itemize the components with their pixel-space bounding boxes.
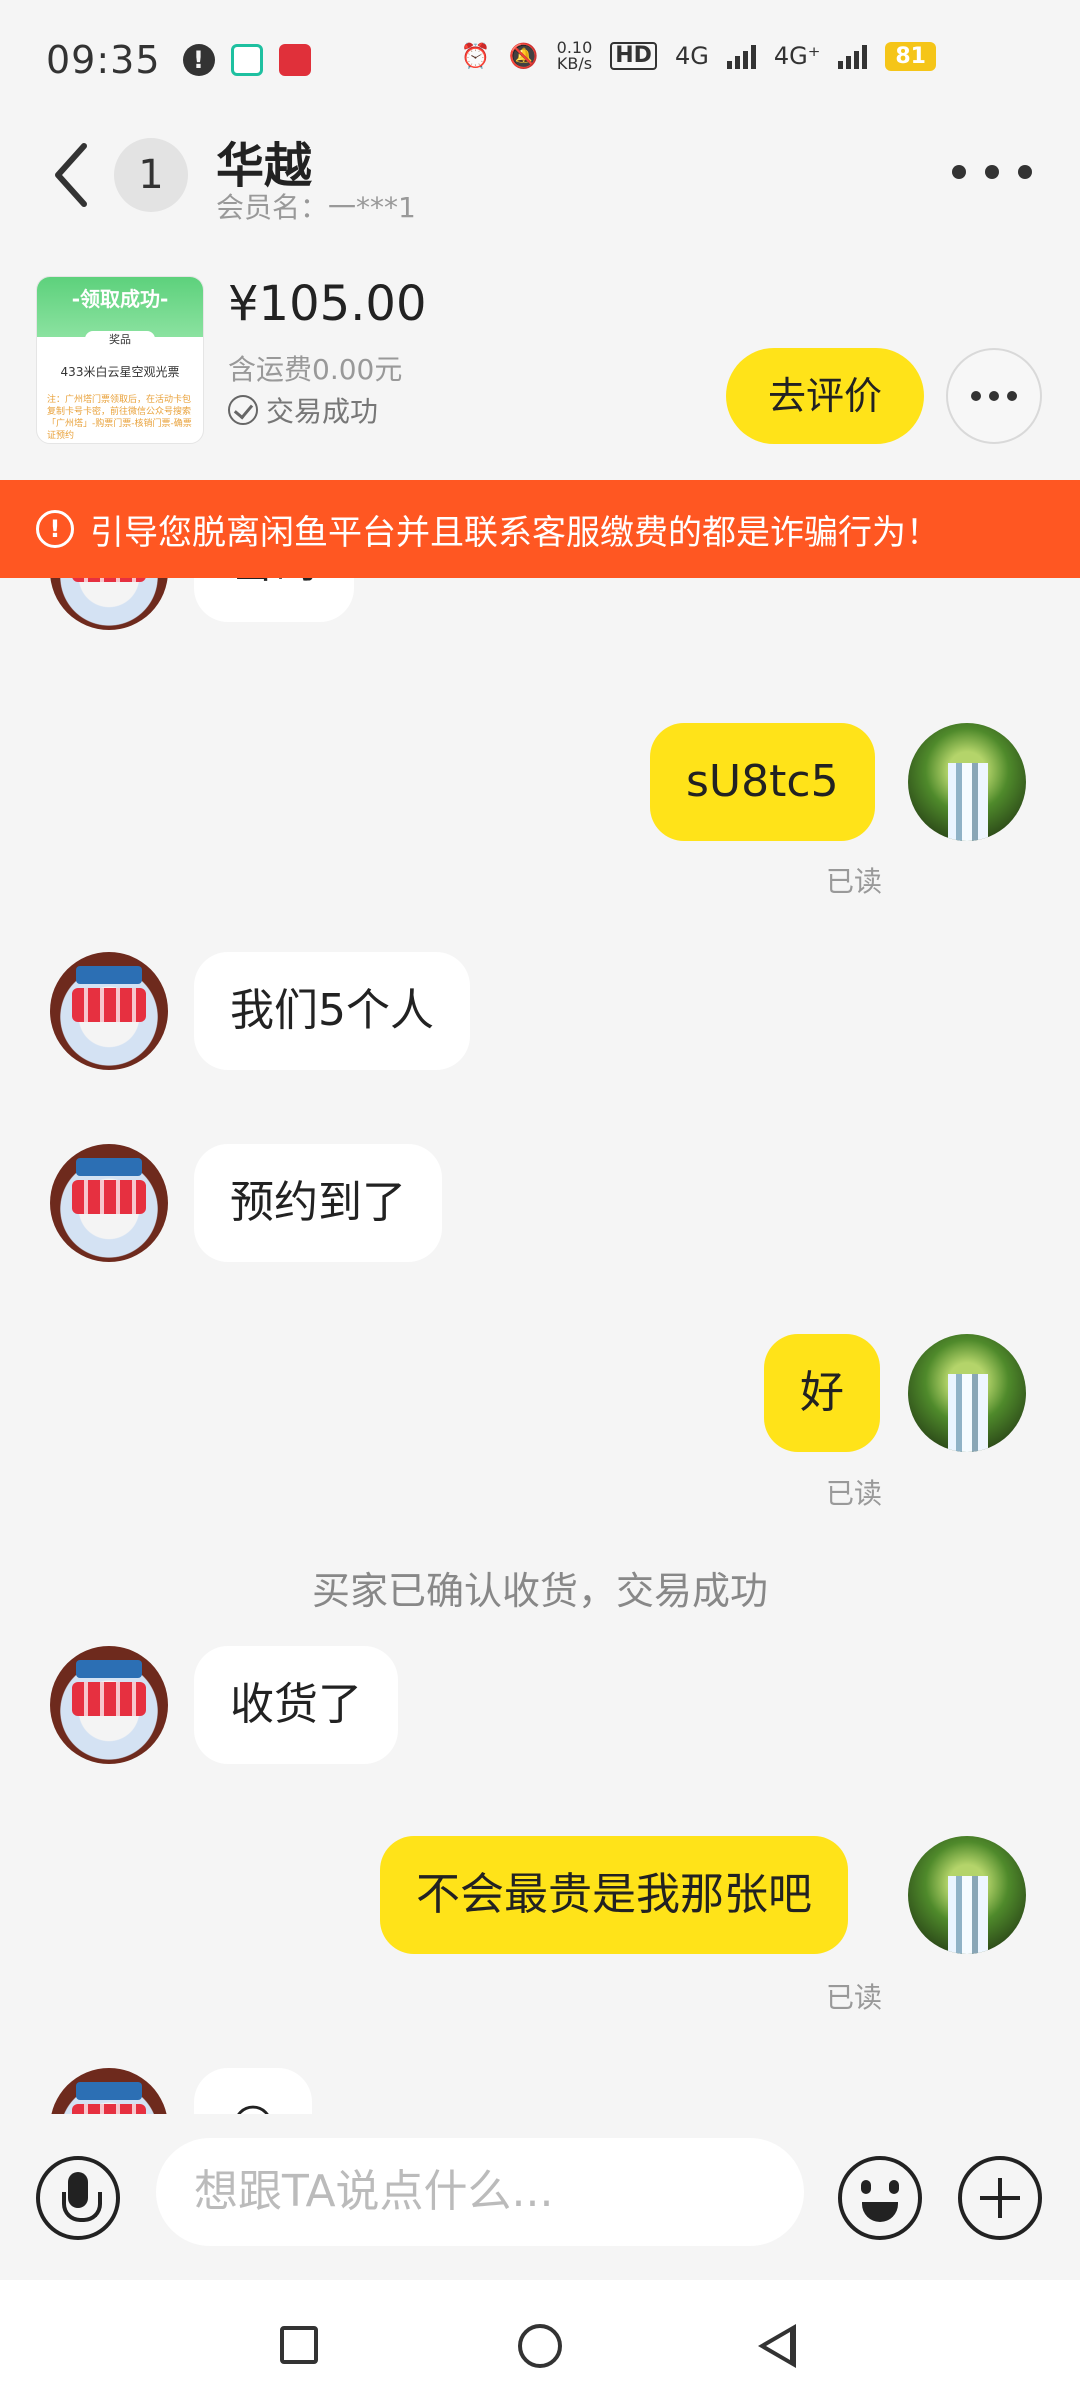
warning-text: 引导您脱离闲鱼平台并且联系客服缴费的都是诈骗行为！ bbox=[90, 512, 940, 553]
net-speed-unit: KB/s bbox=[556, 54, 593, 73]
more-button[interactable] bbox=[952, 152, 1032, 192]
review-button[interactable]: 去评价 bbox=[726, 348, 924, 444]
product-thumbnail[interactable]: -领取成功- 奖品 433米白云星空观光票 注：广州塔门票领取后，在活动卡包复制… bbox=[36, 276, 204, 444]
system-notice: 买家已确认收货，交易成功 bbox=[311, 1569, 768, 1613]
fraud-warning-banner: ! 引导您脱离闲鱼平台并且联系客服缴费的都是诈骗行为！ bbox=[0, 480, 1080, 578]
seller-avatar[interactable] bbox=[50, 952, 168, 1070]
thumb-banner: -领取成功- bbox=[37, 277, 203, 337]
seller-avatar[interactable] bbox=[50, 1646, 168, 1764]
my-avatar[interactable] bbox=[908, 1836, 1026, 1954]
deal-status: 交易成功 bbox=[228, 390, 378, 430]
home-button[interactable] bbox=[518, 2324, 562, 2368]
message-bubble[interactable]: 密码 bbox=[194, 578, 354, 622]
deal-status-text: 交易成功 bbox=[266, 395, 379, 428]
my-avatar[interactable] bbox=[908, 723, 1026, 841]
read-status: 已读 bbox=[826, 1981, 883, 2014]
mute-icon: 🔕 bbox=[508, 42, 539, 70]
system-back-button[interactable] bbox=[758, 2324, 796, 2368]
my-avatar[interactable] bbox=[908, 1334, 1026, 1452]
check-circle-icon bbox=[228, 395, 258, 425]
thumb-text: 433米白云星空观光票 bbox=[60, 365, 180, 379]
notification-app-icon bbox=[278, 44, 311, 76]
sim2-label: 4G⁺ bbox=[773, 42, 821, 70]
emoji-button[interactable] bbox=[838, 2156, 922, 2240]
voice-button[interactable] bbox=[36, 2156, 120, 2240]
system-nav-bar bbox=[0, 2280, 1080, 2408]
xianyu-app-icon bbox=[230, 44, 263, 76]
signal-icon-2 bbox=[838, 43, 868, 69]
input-bar: 想跟TA说点什么... bbox=[0, 2114, 1080, 2280]
seller-avatar[interactable] bbox=[50, 578, 168, 630]
chevron-left-icon bbox=[55, 143, 87, 207]
alert-icon bbox=[182, 44, 215, 76]
read-status: 已读 bbox=[826, 865, 883, 898]
hd-icon: HD bbox=[610, 42, 657, 70]
more-dots-icon bbox=[971, 391, 981, 401]
signal-icon bbox=[726, 43, 756, 69]
battery-icon: 81 bbox=[885, 41, 936, 71]
message-bubble[interactable]: 我们5个人 bbox=[194, 952, 470, 1070]
message-bubble[interactable]: 预约到了 bbox=[194, 1144, 442, 1262]
thumb-tag: 奖品 bbox=[85, 331, 155, 347]
message-bubble[interactable]: 好 bbox=[764, 1334, 880, 1452]
unread-badge[interactable]: 1 bbox=[114, 138, 188, 212]
status-bar: 09:35 ⏰ 🔕 0.10 KB/s HD 4G 4G⁺ 81 bbox=[0, 0, 1080, 120]
alarm-icon: ⏰ bbox=[460, 42, 491, 70]
seller-avatar[interactable] bbox=[50, 1144, 168, 1262]
shipping-fee: 含运费0.00元 bbox=[228, 353, 403, 386]
more-dots-icon bbox=[952, 165, 966, 179]
message-bubble[interactable]: 收货了 bbox=[194, 1646, 398, 1764]
status-time: 09:35 bbox=[46, 38, 161, 82]
message-bubble[interactable]: sU8tc5 bbox=[650, 723, 875, 841]
chat-area[interactable]: 密码 sU8tc5 已读 我们5个人 预约到了 好 已读 买家已确认收货，交易成… bbox=[0, 578, 1080, 2114]
message-bubble[interactable]: 😀 bbox=[194, 2068, 312, 2114]
product-card[interactable]: -领取成功- 奖品 433米白云星空观光票 注：广州塔门票领取后，在活动卡包复制… bbox=[0, 270, 1080, 480]
message-input[interactable]: 想跟TA说点什么... bbox=[156, 2138, 804, 2246]
warning-icon: ! bbox=[36, 510, 74, 548]
member-name: 会员名：一***1 bbox=[216, 191, 416, 224]
recent-apps-button[interactable] bbox=[280, 2326, 318, 2364]
add-button[interactable] bbox=[958, 2156, 1042, 2240]
back-button[interactable] bbox=[50, 140, 96, 240]
read-status: 已读 bbox=[826, 1477, 883, 1510]
card-more-button[interactable] bbox=[946, 348, 1042, 444]
net-speed: 0.10 KB/s bbox=[557, 40, 593, 72]
product-price: ¥105.00 bbox=[228, 276, 427, 332]
seller-avatar[interactable] bbox=[50, 2068, 168, 2114]
message-bubble[interactable]: 不会最贵是我那张吧 bbox=[380, 1836, 848, 1954]
thumb-footer: 注：广州塔门票领取后，在活动卡包复制卡号卡密，前往微信公众号搜索「广州塔」-购票… bbox=[47, 395, 192, 441]
sim1-label: 4G bbox=[674, 42, 709, 70]
